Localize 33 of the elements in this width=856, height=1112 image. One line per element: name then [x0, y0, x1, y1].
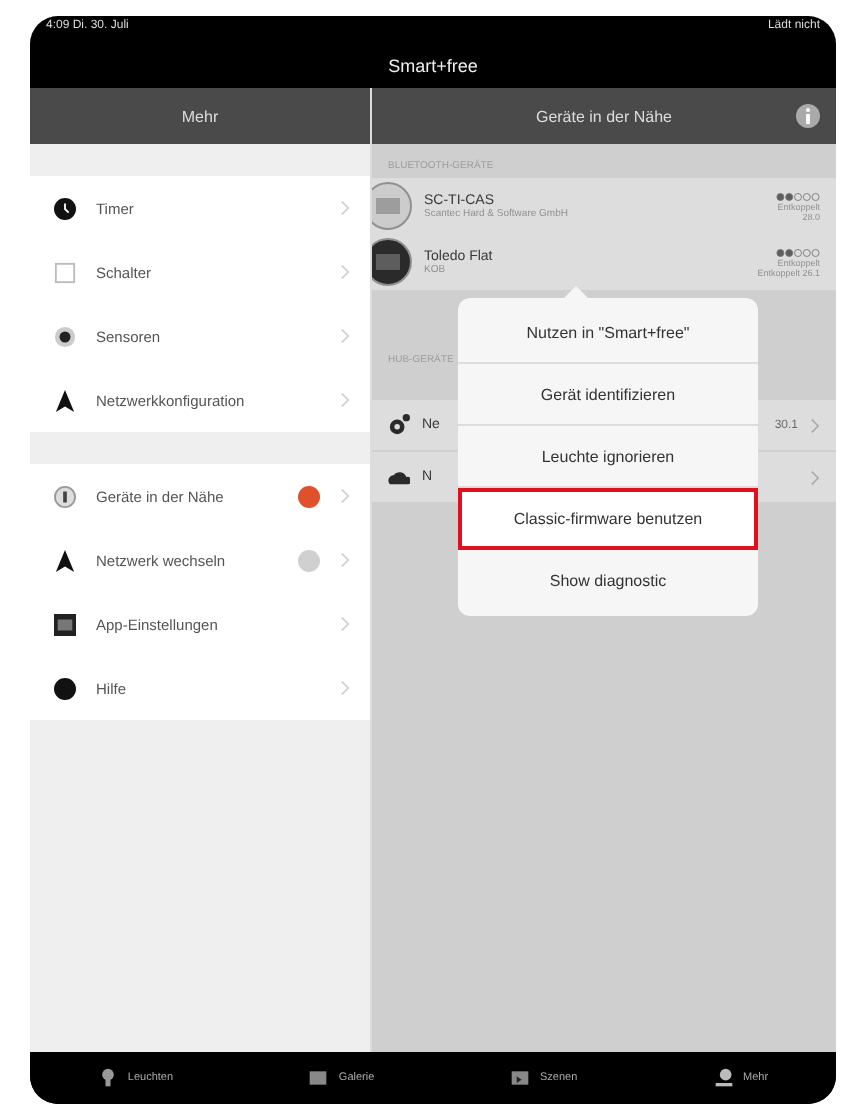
chevron-icon [340, 264, 350, 280]
chevron-icon [340, 488, 350, 504]
menu-option[interactable]: Gerät identifizieren [458, 364, 758, 426]
chevron-icon [340, 552, 350, 568]
menu-option[interactable]: Show diagnostic [458, 550, 758, 612]
sensor-icon [54, 325, 76, 347]
signal-strength-icon [776, 247, 820, 257]
pane-title: Mehr [181, 107, 219, 125]
menu-option[interactable]: Nutzen in "Smart+free" [458, 302, 758, 364]
chevron-icon [810, 417, 820, 433]
clock-icon [54, 197, 76, 219]
chevron-icon [340, 616, 350, 632]
info-icon[interactable] [796, 104, 820, 128]
info-icon [54, 485, 76, 507]
display-device-icon [372, 238, 412, 286]
gallery-icon [308, 1068, 329, 1088]
gear-icon [388, 414, 410, 436]
navigation-icon [54, 389, 76, 411]
chevron-icon [340, 328, 350, 344]
chevron-icon [810, 469, 820, 485]
cloud-icon [388, 466, 410, 488]
pane-title: Geräte in der Nähe [535, 107, 673, 125]
scene-icon [510, 1068, 531, 1088]
switch-icon [54, 261, 76, 283]
navigation-icon [54, 549, 76, 571]
chevron-icon [340, 392, 350, 408]
chevron-icon [340, 200, 350, 216]
menu-option[interactable]: Classic-firmware benutzen [458, 488, 758, 550]
signal-strength-icon [776, 191, 820, 201]
app-title: Smart+free [388, 56, 478, 76]
more-icon [713, 1068, 734, 1088]
bulb-icon [97, 1068, 118, 1088]
chevron-icon [340, 680, 350, 696]
